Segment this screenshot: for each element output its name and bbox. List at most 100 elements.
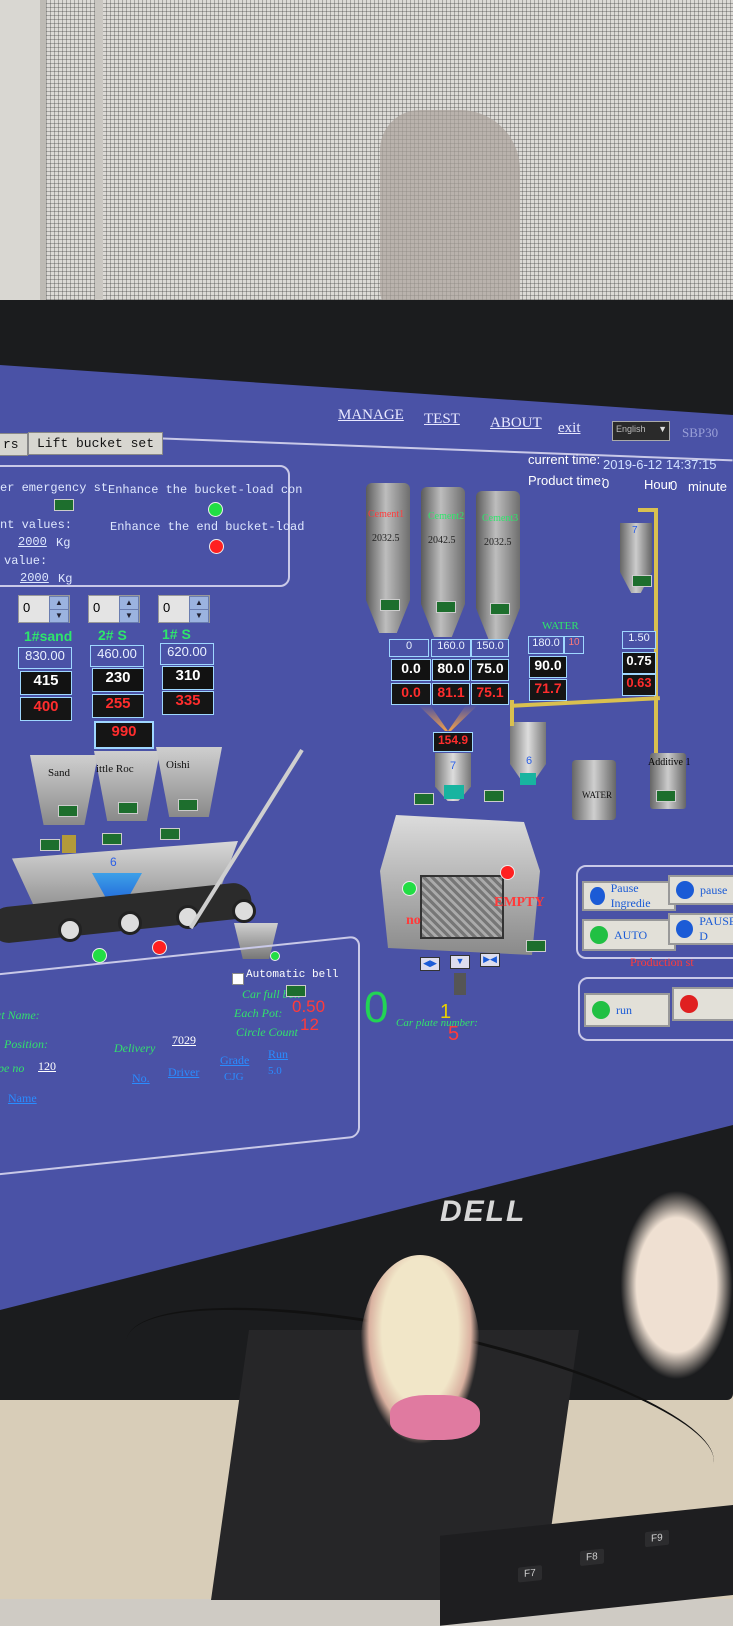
water-label: WATER xyxy=(542,620,579,632)
pause-ingredient-label: Pause Ingredie xyxy=(610,881,651,910)
pause-icon xyxy=(676,881,694,899)
emergency-stop-label: er emergency st xyxy=(0,481,109,495)
cement-scale-label: 7 xyxy=(450,760,457,772)
mixer-discharge xyxy=(454,973,466,995)
mixer-door-left-icon[interactable]: ◀▶ xyxy=(420,957,440,971)
stop-button[interactable] xyxy=(672,987,733,1021)
run-link[interactable]: Run xyxy=(268,1047,288,1062)
run-button[interactable]: run xyxy=(584,993,670,1027)
cement-set-3[interactable]: 150.0 xyxy=(471,639,509,657)
hour-label: Hour xyxy=(644,477,673,492)
pause-icon xyxy=(590,887,605,905)
mixer-door-mid-icon[interactable]: ▼ xyxy=(450,955,470,969)
cement-scale-indicator-2 xyxy=(484,790,504,802)
enhance-end-led[interactable] xyxy=(209,539,224,554)
type-value[interactable]: 120 xyxy=(38,1059,56,1074)
pause-button[interactable]: pause xyxy=(668,875,733,905)
pause-d-button[interactable]: PAUSE D xyxy=(668,913,733,945)
stepper-down-icon[interactable]: ▼ xyxy=(189,609,209,623)
value-label: value: xyxy=(4,554,48,568)
stepper-up-icon[interactable]: ▲ xyxy=(119,596,139,610)
enhance-end-label: Enhance the end bucket-load xyxy=(110,520,305,534)
delivery-value[interactable]: 7029 xyxy=(172,1033,196,1048)
cement-target-1: 0.0 xyxy=(391,659,431,681)
cement-3-indicator xyxy=(490,603,510,615)
belt-label: 6 xyxy=(110,855,117,869)
stepper-3-value: 0 xyxy=(163,600,171,615)
mixer-door-right-icon[interactable]: ▶◀ xyxy=(480,953,500,967)
enhance-bucket-label: Enhance the bucket-load con xyxy=(108,483,303,497)
aggregate-set-3[interactable]: 620.00 xyxy=(160,643,214,665)
stop-icon xyxy=(680,995,698,1013)
run-label: run xyxy=(616,1002,632,1017)
cjg-value: CJG xyxy=(224,1071,244,1083)
last-value: 5.0 xyxy=(268,1065,282,1077)
stepper-up-icon[interactable]: ▲ xyxy=(189,596,209,610)
aggregate-total: 990 xyxy=(94,721,154,749)
enhance-bucket-led[interactable] xyxy=(208,502,223,517)
key-f8: F8 xyxy=(580,1548,604,1567)
menu-test[interactable]: TEST xyxy=(424,411,460,428)
aggregate-set-2[interactable]: 460.00 xyxy=(90,645,144,667)
figurine-base xyxy=(390,1395,480,1440)
aggregate-name-2: 2# S xyxy=(98,627,127,643)
water-set[interactable]: 180.0 xyxy=(528,636,564,654)
stepper-2[interactable]: 0 ▲ ▼ xyxy=(88,595,140,623)
menu-about[interactable]: ABOUT xyxy=(490,415,542,432)
stepper-up-icon[interactable]: ▲ xyxy=(49,596,69,610)
weigh-indicator-3 xyxy=(160,828,180,840)
cement-actual-1: 0.0 xyxy=(391,683,431,705)
belt-run-led[interactable] xyxy=(92,948,107,963)
water-target: 90.0 xyxy=(529,656,567,678)
value1-field[interactable]: 2000 xyxy=(18,535,47,549)
product-name-label: ct Name: xyxy=(0,1008,40,1022)
additive-silo-label: 7 xyxy=(632,525,638,536)
product-time-value: 0 xyxy=(602,476,610,491)
stepper-down-icon[interactable]: ▼ xyxy=(49,609,69,623)
auto-button[interactable]: AUTO xyxy=(582,919,676,951)
cement-set-2[interactable]: 160.0 xyxy=(431,639,471,657)
mixer-run-led[interactable] xyxy=(402,881,417,896)
tab-lift-bucket-set[interactable]: Lift bucket set xyxy=(28,432,164,455)
water-pipe-vertical xyxy=(510,700,514,726)
hopper-stone-indicator xyxy=(118,802,138,814)
value2-field[interactable]: 2000 xyxy=(20,571,49,585)
cement-silo-2-value: 2042.5 xyxy=(428,535,456,546)
delivery-label: Delivery xyxy=(114,1041,156,1055)
mixer-stop-led[interactable] xyxy=(500,865,515,880)
additive-actual: 0.63 xyxy=(622,674,656,696)
product-time-label: Product time: xyxy=(528,473,605,488)
version-label: SBP30 xyxy=(682,425,719,440)
driver-link[interactable]: Driver xyxy=(168,1065,199,1080)
name-link[interactable]: Name xyxy=(8,1091,37,1106)
mixer-left-label: no xyxy=(406,913,421,928)
production-status-label: Production st xyxy=(630,955,694,969)
cement-silo-1-value: 2032.5 xyxy=(372,533,400,544)
stepper-1[interactable]: 0 ▲ ▼ xyxy=(18,595,70,623)
emergency-indicator xyxy=(54,499,74,511)
hour-value: 0 xyxy=(670,478,678,493)
minute-label: minute xyxy=(688,479,728,494)
menu-manage[interactable]: MANAGE xyxy=(338,407,404,424)
cement-silo-1-name: Cement1 xyxy=(368,509,405,520)
cement-set-1[interactable]: 0 xyxy=(389,639,429,657)
pause-ingredient-button[interactable]: Pause Ingredie xyxy=(582,881,676,911)
no-link[interactable]: No. xyxy=(132,1071,150,1086)
window-stain xyxy=(380,110,520,320)
additive-set[interactable]: 1.50 xyxy=(622,631,656,649)
belt-stop-led[interactable] xyxy=(152,940,167,955)
water-extra[interactable]: 10 xyxy=(564,636,584,654)
sand-flow xyxy=(62,835,76,853)
grade-link[interactable]: Grade xyxy=(220,1053,249,1068)
tab-partial[interactable]: rs xyxy=(0,433,28,456)
stepper-down-icon[interactable]: ▼ xyxy=(119,609,139,623)
aggregate-set-1[interactable]: 830.00 xyxy=(18,647,72,669)
water-valve xyxy=(520,773,536,785)
stepper-3[interactable]: 0 ▲ ▼ xyxy=(158,595,210,623)
aggregate-name-1: 1#sand xyxy=(24,628,73,644)
automatic-bell-checkbox[interactable] xyxy=(232,973,244,985)
hopper-sand-label: Sand xyxy=(48,767,70,779)
language-select[interactable]: English ▼ xyxy=(612,421,670,441)
menu-exit[interactable]: exit xyxy=(558,420,581,437)
cement-silo-3-name: Cement3 xyxy=(482,513,519,524)
